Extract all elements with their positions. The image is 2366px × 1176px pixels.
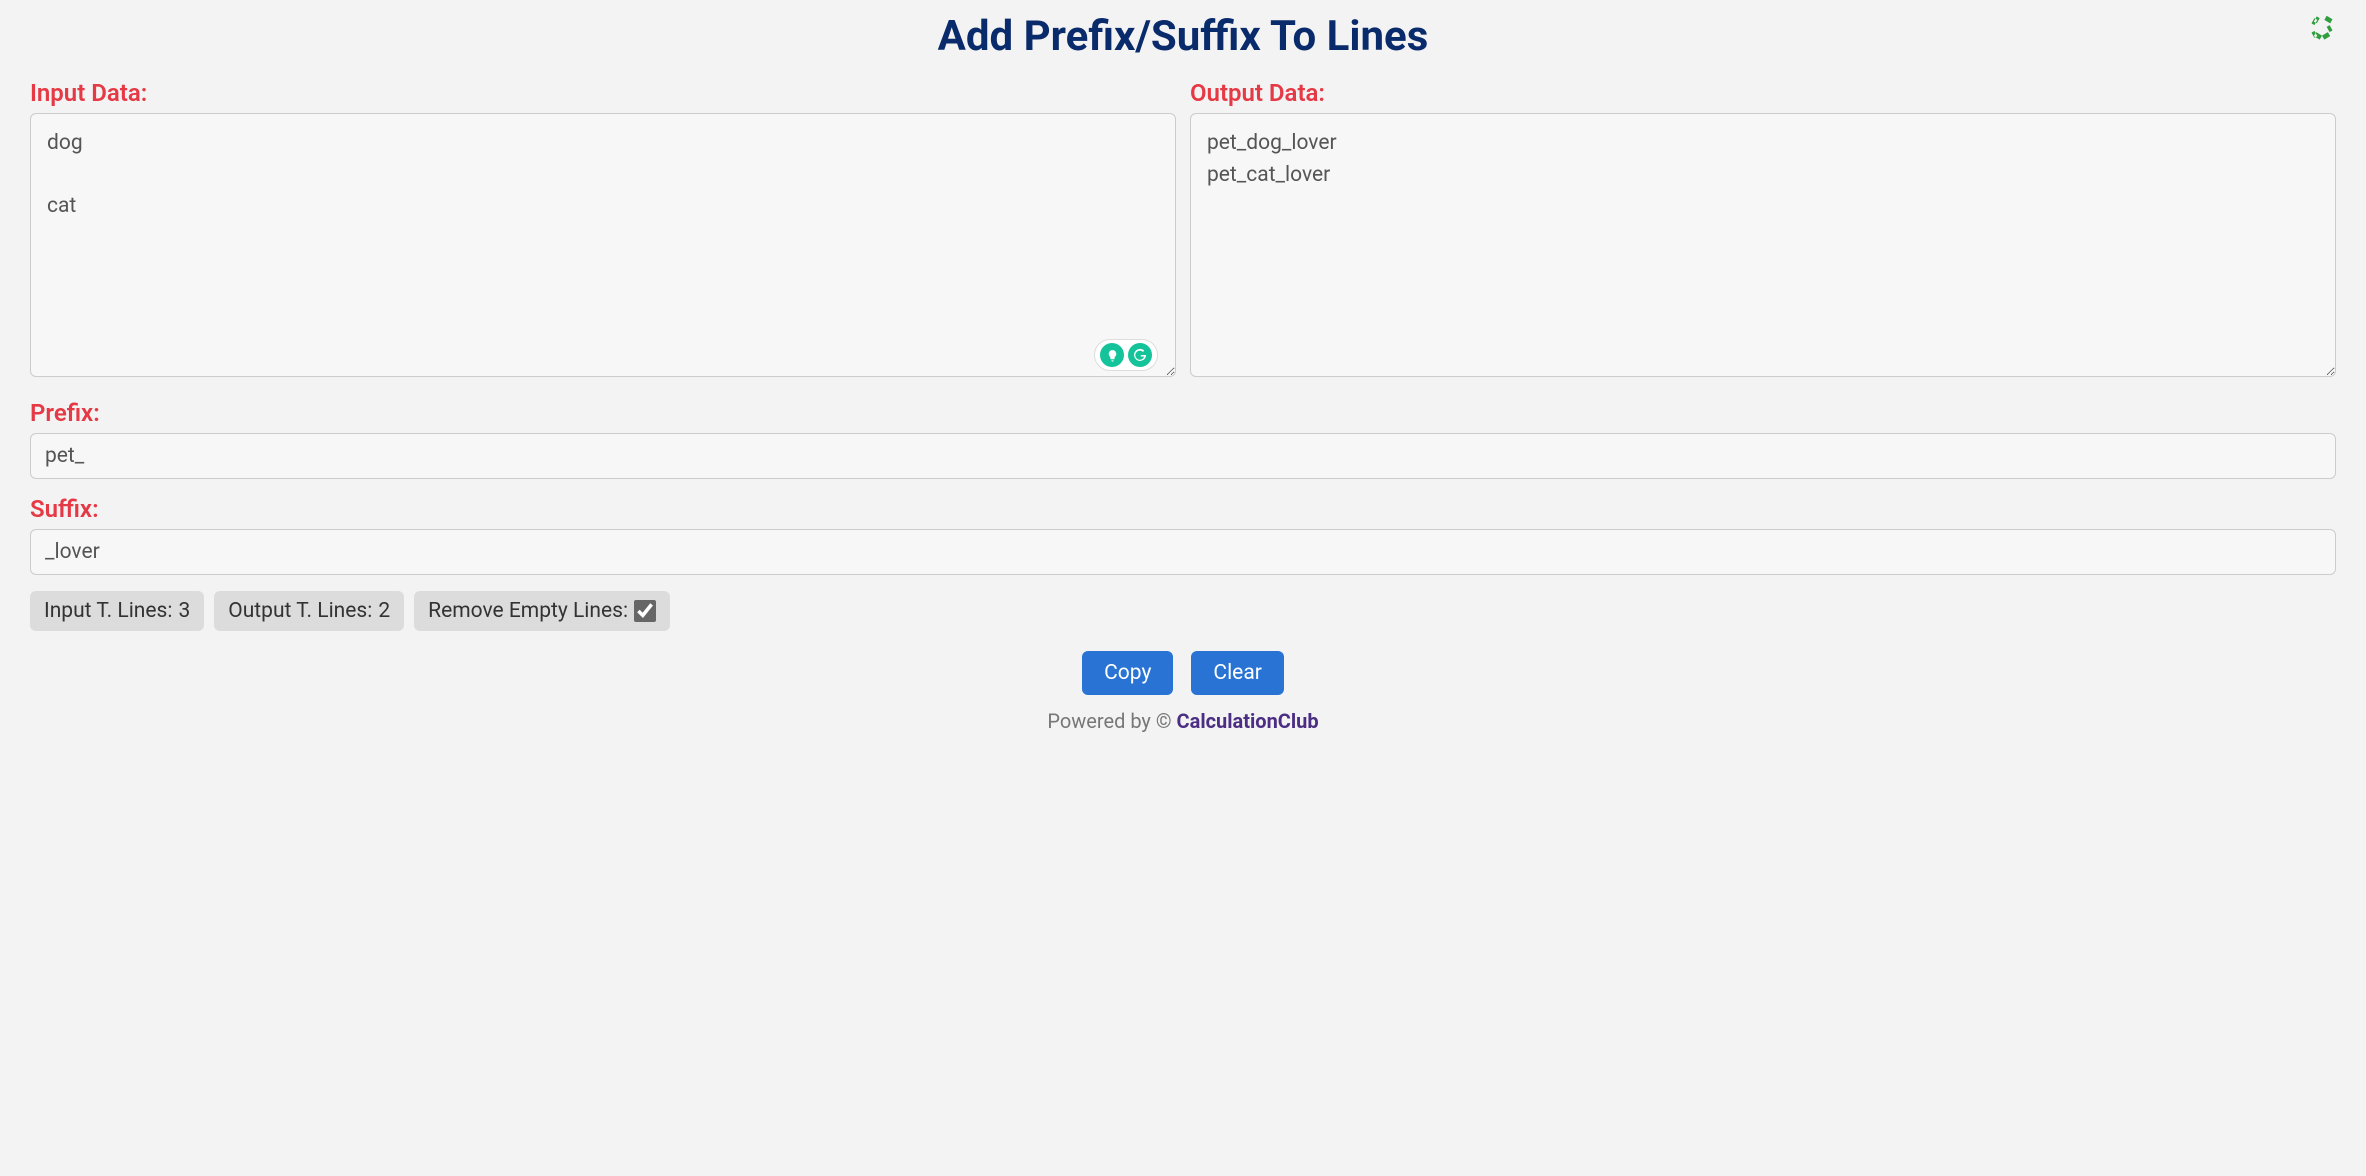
page-title: Add Prefix/Suffix To Lines <box>30 12 2336 61</box>
clear-button[interactable]: Clear <box>1191 651 1283 695</box>
suffix-input[interactable] <box>30 529 2336 575</box>
stats-row: Input T. Lines: 3 Output T. Lines: 2 Rem… <box>30 591 2336 631</box>
prefix-label: Prefix: <box>30 399 2336 427</box>
prefix-group: Prefix: <box>30 399 2336 479</box>
copy-button[interactable]: Copy <box>1082 651 1173 695</box>
output-lines-label: Output T. Lines: <box>228 599 372 623</box>
remove-empty-checkbox[interactable] <box>634 600 656 622</box>
input-label: Input Data: <box>30 79 1176 107</box>
footer: Powered by © CalculationClub <box>30 709 2336 733</box>
suffix-label: Suffix: <box>30 495 2336 523</box>
recycle-icon[interactable] <box>2308 14 2336 42</box>
output-column: Output Data: pet_dog_lover pet_cat_lover <box>1190 79 2336 381</box>
input-lines-label: Input T. Lines: <box>44 599 172 623</box>
prefix-input[interactable] <box>30 433 2336 479</box>
io-columns: Input Data: dog cat Output Data: pet_dog… <box>30 79 2336 381</box>
grammarly-g-icon <box>1128 343 1152 367</box>
input-wrapper: dog cat <box>30 113 1176 381</box>
remove-empty-label: Remove Empty Lines: <box>428 599 628 623</box>
output-lines-count: 2 <box>378 599 390 623</box>
footer-prefix: Powered by © <box>1047 709 1176 733</box>
input-lines-stat: Input T. Lines: 3 <box>30 591 204 631</box>
output-textarea[interactable]: pet_dog_lover pet_cat_lover <box>1190 113 2336 377</box>
input-lines-count: 3 <box>178 599 190 623</box>
footer-link[interactable]: CalculationClub <box>1177 709 1319 733</box>
output-lines-stat: Output T. Lines: 2 <box>214 591 404 631</box>
remove-empty-stat: Remove Empty Lines: <box>414 591 670 631</box>
input-textarea[interactable]: dog cat <box>30 113 1176 377</box>
output-label: Output Data: <box>1190 79 2336 107</box>
grammarly-badge[interactable] <box>1094 339 1158 371</box>
grammarly-bulb-icon <box>1100 343 1124 367</box>
input-column: Input Data: dog cat <box>30 79 1176 381</box>
button-row: Copy Clear <box>30 651 2336 695</box>
suffix-group: Suffix: <box>30 495 2336 575</box>
